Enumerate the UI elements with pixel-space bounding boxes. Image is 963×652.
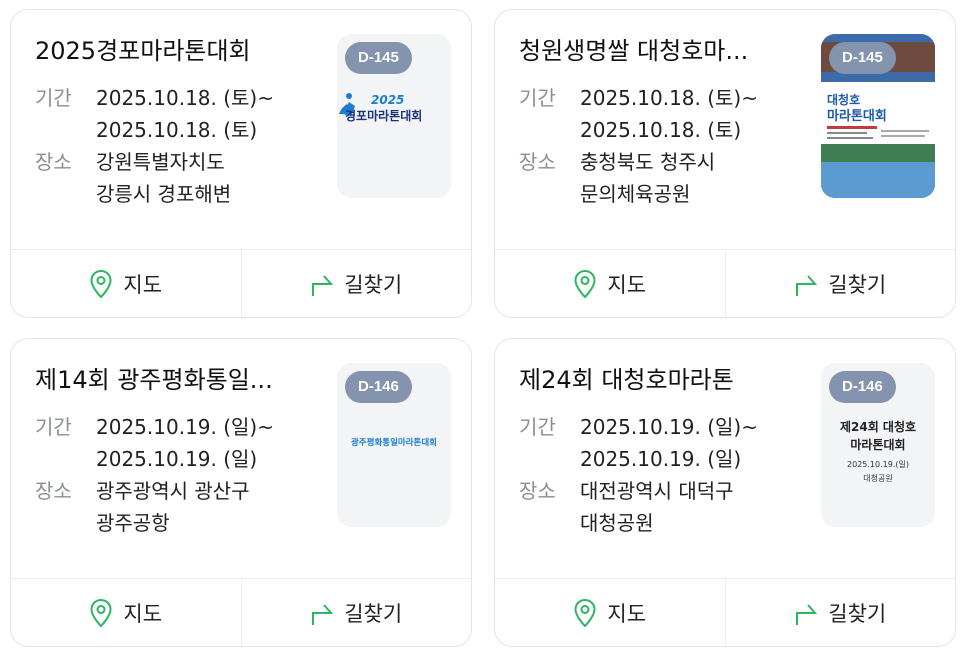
directions-arrow-icon	[312, 603, 334, 625]
event-poster[interactable]: D-145 대청호 마라톤대회	[821, 34, 935, 198]
card-actions: 지도 길찾기	[495, 578, 955, 646]
event-info: 기간 2025.10.18. (토)~ 2025.10.18. (토) 장소 충청북…	[519, 82, 809, 210]
card-actions: 지도 길찾기	[495, 249, 955, 317]
map-label: 지도	[607, 601, 647, 626]
place-label: 장소	[519, 479, 556, 503]
event-title[interactable]: 청원생명쌀 대청호마...	[519, 34, 779, 68]
directions-label: 길찾기	[344, 601, 403, 626]
place-line-1: 강원특별자치도	[96, 150, 225, 174]
directions-button[interactable]: 길찾기	[724, 250, 956, 317]
event-poster[interactable]: D-146 제24회 대청호 마라톤대회 2025.10.19.(일) 대청공원	[821, 363, 935, 527]
directions-arrow-icon	[796, 603, 818, 625]
map-label: 지도	[123, 601, 163, 626]
place-label: 장소	[35, 479, 72, 503]
poster-line-2: 마라톤대회	[850, 437, 905, 452]
event-info: 기간 2025.10.19. (일)~ 2025.10.19. (일) 장소 대전광…	[519, 411, 809, 539]
date-end: 2025.10.18. (토)	[580, 118, 742, 142]
place-line-2: 문의체육공원	[580, 182, 691, 206]
place-line-2: 광주공항	[96, 511, 170, 535]
dday-badge: D-146	[345, 371, 412, 403]
date-start: 2025.10.18. (토)~	[580, 86, 758, 110]
poster-name: 경포마라톤대회	[345, 108, 422, 123]
date-end: 2025.10.18. (토)	[96, 118, 258, 142]
map-button[interactable]: 지도	[495, 579, 725, 646]
event-title[interactable]: 제14회 광주평화통일...	[35, 363, 295, 397]
poster-line-2: 마라톤대회	[827, 108, 887, 124]
place-label: 장소	[519, 150, 556, 174]
dday-badge: D-146	[829, 371, 896, 403]
map-button[interactable]: 지도	[495, 250, 725, 317]
place-label: 장소	[35, 150, 72, 174]
event-poster[interactable]: D-146 광주평화통일마라톤대회	[337, 363, 451, 527]
card-actions: 지도 길찾기	[11, 578, 471, 646]
period-label: 기간	[35, 86, 72, 110]
directions-label: 길찾기	[344, 272, 403, 297]
date-end: 2025.10.19. (일)	[96, 447, 258, 471]
event-poster[interactable]: D-145 2025 경포마라톤대회	[337, 34, 451, 198]
directions-label: 길찾기	[828, 601, 887, 626]
event-card[interactable]: 2025경포마라톤대회 기간 2025.10.18. (토)~ 2025.10.1…	[10, 9, 472, 318]
map-button[interactable]: 지도	[11, 579, 241, 646]
directions-arrow-icon	[796, 274, 818, 296]
place-line-1: 광주광역시 광산구	[96, 479, 250, 503]
poster-text: 광주평화통일마라톤대회	[351, 437, 437, 448]
dday-badge: D-145	[829, 42, 896, 74]
event-card[interactable]: 청원생명쌀 대청호마... 기간 2025.10.18. (토)~ 2025.10…	[494, 9, 956, 318]
directions-button[interactable]: 길찾기	[724, 579, 956, 646]
location-pin-icon	[90, 598, 112, 627]
map-button[interactable]: 지도	[11, 250, 241, 317]
directions-button[interactable]: 길찾기	[240, 250, 472, 317]
date-end: 2025.10.19. (일)	[580, 447, 742, 471]
place-line-1: 대전광역시 대덕구	[580, 479, 734, 503]
event-info: 기간 2025.10.18. (토)~ 2025.10.18. (토) 장소 강원특…	[35, 82, 325, 210]
place-line-2: 대청공원	[580, 511, 654, 535]
period-label: 기간	[519, 415, 556, 439]
event-card[interactable]: 제14회 광주평화통일... 기간 2025.10.19. (일)~ 2025.1…	[10, 338, 472, 647]
place-line-2: 강릉시 경포해변	[96, 182, 232, 206]
event-info: 기간 2025.10.19. (일)~ 2025.10.19. (일) 장소 광주광…	[35, 411, 325, 539]
date-start: 2025.10.19. (일)~	[96, 415, 274, 439]
map-label: 지도	[607, 272, 647, 297]
period-label: 기간	[519, 86, 556, 110]
period-label: 기간	[35, 415, 72, 439]
dday-badge: D-145	[345, 42, 412, 74]
event-card[interactable]: 제24회 대청호마라톤 기간 2025.10.19. (일)~ 2025.10.1…	[494, 338, 956, 647]
location-pin-icon	[574, 269, 596, 298]
directions-label: 길찾기	[828, 272, 887, 297]
card-actions: 지도 길찾기	[11, 249, 471, 317]
poster-date: 2025.10.19.(일)	[847, 460, 909, 469]
location-pin-icon	[90, 269, 112, 298]
poster-line-1: 대청호	[827, 92, 860, 107]
poster-year: 2025	[371, 93, 404, 107]
date-start: 2025.10.18. (토)~	[96, 86, 274, 110]
directions-button[interactable]: 길찾기	[240, 579, 472, 646]
map-label: 지도	[123, 272, 163, 297]
event-title[interactable]: 제24회 대청호마라톤	[519, 363, 779, 397]
location-pin-icon	[574, 598, 596, 627]
date-start: 2025.10.19. (일)~	[580, 415, 758, 439]
place-line-1: 충청북도 청주시	[580, 150, 716, 174]
poster-line-1: 제24회 대청호	[840, 419, 916, 434]
directions-arrow-icon	[312, 274, 334, 296]
poster-place: 대청공원	[863, 474, 892, 483]
event-title[interactable]: 2025경포마라톤대회	[35, 34, 295, 68]
